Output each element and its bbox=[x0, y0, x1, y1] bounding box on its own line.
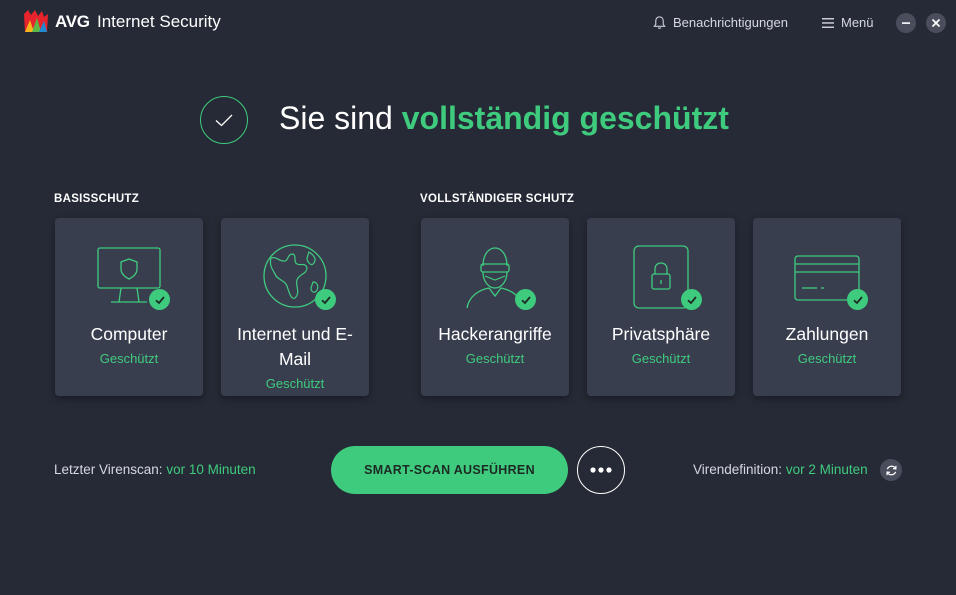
close-icon bbox=[931, 18, 941, 28]
card-title: Hackerangriffe bbox=[438, 324, 552, 344]
protected-check-icon bbox=[515, 289, 536, 310]
card-title: Internet und E-Mail bbox=[237, 324, 353, 369]
card-status: Geschützt bbox=[631, 351, 691, 366]
menu-button[interactable]: Menü bbox=[822, 15, 874, 30]
checkmark-icon bbox=[215, 114, 233, 127]
bell-icon bbox=[653, 16, 666, 29]
protected-status-circle bbox=[200, 96, 248, 144]
last-scan-info: Letzter Virenscan: vor 10 Minuten bbox=[54, 462, 256, 477]
card-hacker-attacks[interactable]: Hackerangriffe Geschützt bbox=[421, 218, 569, 396]
minimize-button[interactable] bbox=[896, 13, 916, 33]
update-definitions-button[interactable] bbox=[880, 459, 902, 481]
notifications-label: Benachrichtigungen bbox=[673, 15, 788, 30]
menu-label: Menü bbox=[841, 15, 874, 30]
last-scan-value: vor 10 Minuten bbox=[166, 462, 256, 477]
headline-highlight: vollständig geschützt bbox=[401, 100, 729, 136]
smart-scan-button[interactable]: SMART-SCAN AUSFÜHREN bbox=[331, 446, 568, 494]
refresh-icon bbox=[885, 465, 897, 475]
section-label-basic: BASISSCHUTZ bbox=[54, 193, 140, 205]
card-status: Geschützt bbox=[99, 351, 159, 366]
card-title: Privatsphäre bbox=[611, 324, 711, 344]
card-title: Computer bbox=[90, 324, 168, 344]
protected-check-icon bbox=[149, 289, 170, 310]
last-scan-label: Letzter Virenscan: bbox=[54, 462, 163, 477]
virus-definition-value: vor 2 Minuten bbox=[785, 462, 868, 477]
protection-headline: Sie sind vollständig geschützt bbox=[279, 100, 729, 137]
virus-definition-info: Virendefinition: vor 2 Minuten bbox=[693, 462, 868, 477]
minimize-icon bbox=[902, 22, 910, 24]
hamburger-icon bbox=[822, 17, 834, 28]
protected-check-icon bbox=[315, 289, 336, 310]
avg-logo-icon bbox=[24, 10, 48, 32]
more-options-button[interactable] bbox=[577, 446, 625, 494]
title-bar: AVG Internet Security Benachrichtigungen… bbox=[0, 0, 956, 46]
card-status: Geschützt bbox=[797, 351, 857, 366]
card-status: Geschützt bbox=[265, 376, 325, 391]
card-internet-email[interactable]: Internet und E-Mail Geschützt bbox=[221, 218, 369, 396]
card-status: Geschützt bbox=[465, 351, 525, 366]
headline-prefix: Sie sind bbox=[279, 100, 393, 136]
notifications-button[interactable]: Benachrichtigungen bbox=[652, 15, 788, 30]
card-privacy[interactable]: Privatsphäre Geschützt bbox=[587, 218, 735, 396]
close-button[interactable] bbox=[926, 13, 946, 33]
product-name: Internet Security bbox=[97, 12, 221, 31]
more-dots-icon bbox=[590, 467, 612, 473]
section-label-full: VOLLSTÄNDIGER SCHUTZ bbox=[420, 193, 575, 205]
brand-name: AVG bbox=[55, 12, 90, 31]
card-title: Zahlungen bbox=[785, 324, 869, 344]
protected-check-icon bbox=[847, 289, 868, 310]
card-payments[interactable]: Zahlungen Geschützt bbox=[753, 218, 901, 396]
card-computer[interactable]: Computer Geschützt bbox=[55, 218, 203, 396]
virus-definition-label: Virendefinition: bbox=[693, 462, 783, 477]
protected-check-icon bbox=[681, 289, 702, 310]
